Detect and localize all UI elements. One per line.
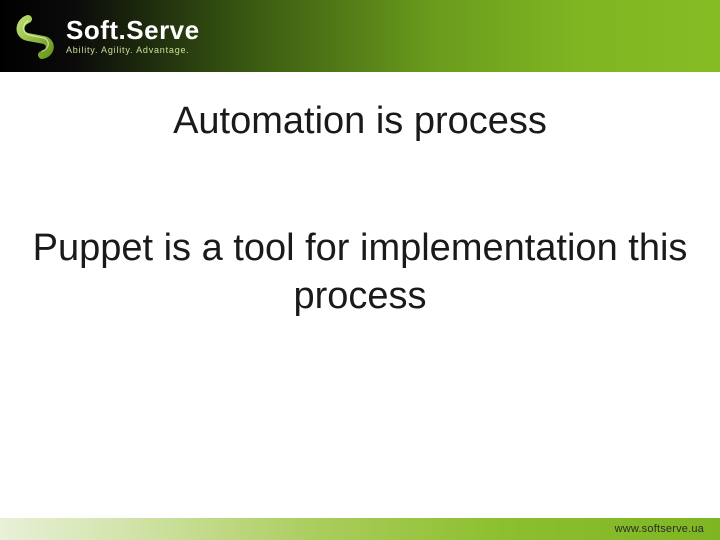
brand-logo: Soft.Serve Ability. Agility. Advantage. bbox=[14, 13, 200, 59]
slide-body: Puppet is a tool for implementation this… bbox=[10, 225, 710, 320]
brand-tagline: Ability. Agility. Advantage. bbox=[66, 46, 200, 55]
softserve-logo-icon bbox=[14, 13, 60, 59]
slide: Soft.Serve Ability. Agility. Advantage. … bbox=[0, 0, 720, 540]
slide-title: Automation is process bbox=[0, 100, 720, 143]
slide-header: Soft.Serve Ability. Agility. Advantage. bbox=[0, 0, 720, 72]
slide-footer: www.softserve.ua bbox=[0, 518, 720, 540]
brand-text: Soft.Serve Ability. Agility. Advantage. bbox=[66, 17, 200, 55]
brand-name: Soft.Serve bbox=[66, 17, 200, 43]
footer-url: www.softserve.ua bbox=[615, 523, 704, 535]
